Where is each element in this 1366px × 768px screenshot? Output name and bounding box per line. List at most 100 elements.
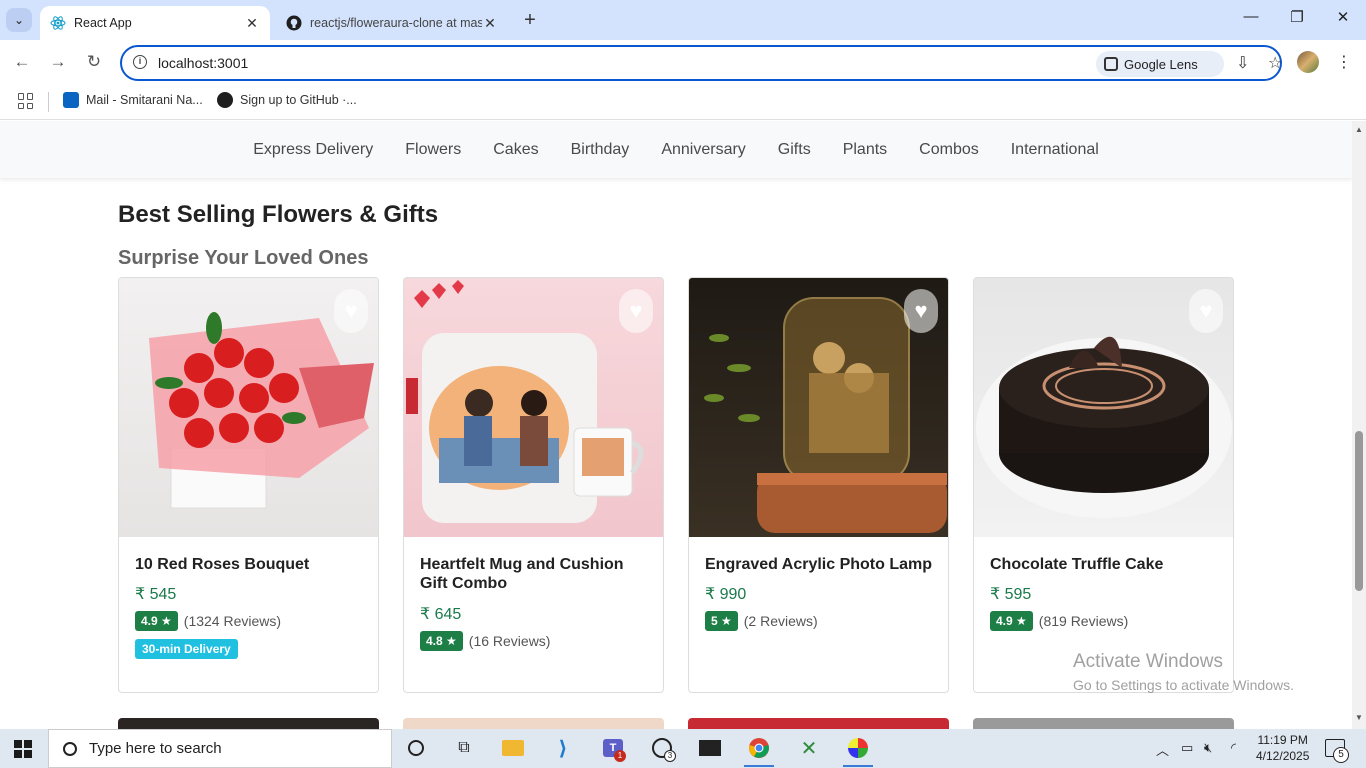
product-image-mug-cushion[interactable]: ♥ [404, 278, 663, 537]
nav-anniversary[interactable]: Anniversary [645, 141, 761, 159]
product-name[interactable]: Engraved Acrylic Photo Lamp [705, 555, 935, 574]
reload-icon[interactable]: ↻ [82, 52, 106, 72]
nav-cakes[interactable]: Cakes [477, 141, 554, 159]
teams-icon[interactable]: T 1 [600, 736, 626, 762]
rating-badge: 4.8 ★ [420, 631, 463, 651]
taskbar: Type here to search ⧉ ⟩ T 1 3 ✕ ︿ ▭ 🔇︎ ◜… [0, 729, 1366, 768]
rating-badge: 4.9 ★ [135, 611, 178, 631]
github-icon [286, 15, 302, 31]
bookmark-star-icon[interactable]: ☆ [1268, 53, 1282, 73]
rating-badge: 5 ★ [705, 611, 738, 631]
menu-kebab-icon[interactable]: ⋮ [1336, 52, 1352, 72]
file-explorer-icon[interactable] [500, 736, 526, 760]
restore-icon[interactable]: ❐ [1282, 8, 1312, 26]
product-name[interactable]: Heartfelt Mug and Cushion Gift Combo [420, 555, 650, 593]
new-tab-button[interactable]: + [519, 9, 541, 32]
tab-react-app[interactable]: React App ✕ [40, 6, 270, 40]
notification-count: 5 [1333, 747, 1349, 763]
site-info-icon[interactable]: i [133, 55, 147, 69]
bookmark-github[interactable]: Sign up to GitHub ·... [217, 92, 357, 108]
nav-plants[interactable]: Plants [827, 141, 903, 159]
product-card-partial[interactable] [973, 718, 1234, 729]
tab-github[interactable]: reactjs/floweraura-clone at mas ✕ [276, 6, 508, 40]
chrome-icon[interactable] [746, 736, 772, 760]
minimize-icon[interactable]: — [1236, 8, 1266, 25]
cortana-icon[interactable] [403, 736, 429, 760]
battery-icon[interactable]: ▭ [1181, 740, 1193, 756]
lens-label: Google Lens [1124, 56, 1198, 72]
task-view-icon[interactable]: ⧉ [451, 736, 477, 760]
delivery-tag: 30-min Delivery [135, 639, 238, 659]
product-name[interactable]: 10 Red Roses Bouquet [135, 555, 365, 574]
product-card-partial[interactable] [403, 718, 664, 729]
terminal-icon[interactable] [697, 736, 723, 760]
apps-grid-icon[interactable] [18, 93, 34, 109]
product-rating: 4.9 ★ (1324 Reviews) [135, 611, 281, 631]
windows-start-icon[interactable] [14, 740, 32, 758]
running-app-indicator [843, 765, 873, 767]
wishlist-heart-button[interactable]: ♥ [1189, 289, 1223, 333]
search-icon [63, 741, 77, 756]
taskbar-clock[interactable]: 11:19 PM 4/12/2025 [1256, 732, 1309, 764]
product-card[interactable]: ♥ Chocolate Truffle Cake ₹ 595 4.9 ★ (81… [973, 277, 1234, 693]
heart-icon: ♥ [629, 298, 643, 323]
bookmark-label: Mail - Smitarani Na... [86, 93, 203, 107]
product-image-photo-lamp[interactable]: ♥ [689, 278, 948, 537]
nav-international[interactable]: International [995, 141, 1115, 159]
product-card-partial[interactable] [118, 718, 379, 729]
back-icon[interactable]: ← [10, 52, 34, 72]
product-image-chocolate-cake[interactable]: ♥ [974, 278, 1233, 537]
product-image-roses[interactable]: ♥ [119, 278, 378, 537]
install-app-icon[interactable]: ⇩ [1236, 53, 1249, 73]
heart-icon: ♥ [344, 298, 358, 323]
react-icon [50, 15, 66, 31]
product-card-partial[interactable] [688, 718, 949, 729]
tab-strip: ⌄ React App ✕ reactjs/floweraura-clone a… [0, 0, 1366, 40]
nav-combos[interactable]: Combos [903, 141, 995, 159]
nav-express-delivery[interactable]: Express Delivery [237, 141, 389, 159]
address-bar[interactable]: i localhost:3001 Google Lens ⇩ ☆ [120, 45, 1282, 81]
close-tab-icon[interactable]: ✕ [244, 15, 260, 32]
bookmark-label: Sign up to GitHub ·... [240, 93, 357, 107]
wishlist-heart-button[interactable]: ♥ [334, 289, 368, 333]
page-viewport: Express Delivery Flowers Cakes Birthday … [0, 121, 1352, 729]
url-text[interactable]: localhost:3001 [158, 55, 248, 71]
tab-title: React App [74, 16, 132, 30]
bookmark-mail[interactable]: Mail - Smitarani Na... [63, 92, 203, 108]
taskbar-search[interactable]: Type here to search [48, 729, 392, 768]
wishlist-heart-button[interactable]: ♥ [904, 289, 938, 333]
product-card[interactable]: ♥ 10 Red Roses Bouquet ₹ 545 4.9 ★ (1324… [118, 277, 379, 693]
review-count: (819 Reviews) [1038, 613, 1129, 629]
activate-windows-subtitle: Go to Settings to activate Windows. [1073, 677, 1294, 693]
tab-search-button[interactable]: ⌄ [6, 8, 32, 32]
scroll-thumb[interactable] [1355, 431, 1363, 591]
profile-avatar[interactable] [1297, 51, 1319, 73]
close-window-icon[interactable]: ✕ [1328, 8, 1358, 26]
section-title: Best Selling Flowers & Gifts [118, 201, 439, 228]
product-name[interactable]: Chocolate Truffle Cake [990, 555, 1220, 574]
google-lens-button[interactable]: Google Lens [1096, 51, 1224, 77]
product-price: ₹ 645 [420, 606, 462, 623]
nav-birthday[interactable]: Birthday [555, 141, 646, 159]
product-card[interactable]: ♥ Engraved Acrylic Photo Lamp ₹ 990 5 ★ … [688, 277, 949, 693]
close-tab-icon[interactable]: ✕ [482, 15, 498, 32]
scroll-down-icon[interactable]: ▼ [1355, 713, 1363, 722]
snipping-icon[interactable]: ✕ [796, 736, 822, 760]
product-card[interactable]: ♥ Heartfelt Mug and Cushion Gift Combo ₹… [403, 277, 664, 693]
network-icon[interactable]: ◜ [1231, 740, 1236, 756]
review-count: (1324 Reviews) [183, 613, 282, 629]
forward-icon[interactable]: → [46, 52, 70, 72]
scroll-up-icon[interactable]: ▲ [1355, 125, 1363, 134]
volume-muted-icon[interactable]: 🔇︎ [1204, 740, 1212, 756]
nav-flowers[interactable]: Flowers [389, 141, 477, 159]
vscode-icon[interactable]: ⟩ [550, 736, 576, 760]
wishlist-heart-button[interactable]: ♥ [619, 289, 653, 333]
nav-gifts[interactable]: Gifts [762, 141, 827, 159]
page-scrollbar[interactable]: ▲ ▼ [1352, 121, 1366, 729]
paint-icon[interactable] [845, 736, 871, 760]
whatsapp-icon[interactable]: 3 [649, 736, 676, 762]
teams-badge: 1 [614, 750, 626, 762]
tray-chevron-icon[interactable]: ︿ [1156, 740, 1169, 759]
clock-date: 4/12/2025 [1256, 749, 1310, 763]
active-app-indicator [744, 765, 774, 767]
